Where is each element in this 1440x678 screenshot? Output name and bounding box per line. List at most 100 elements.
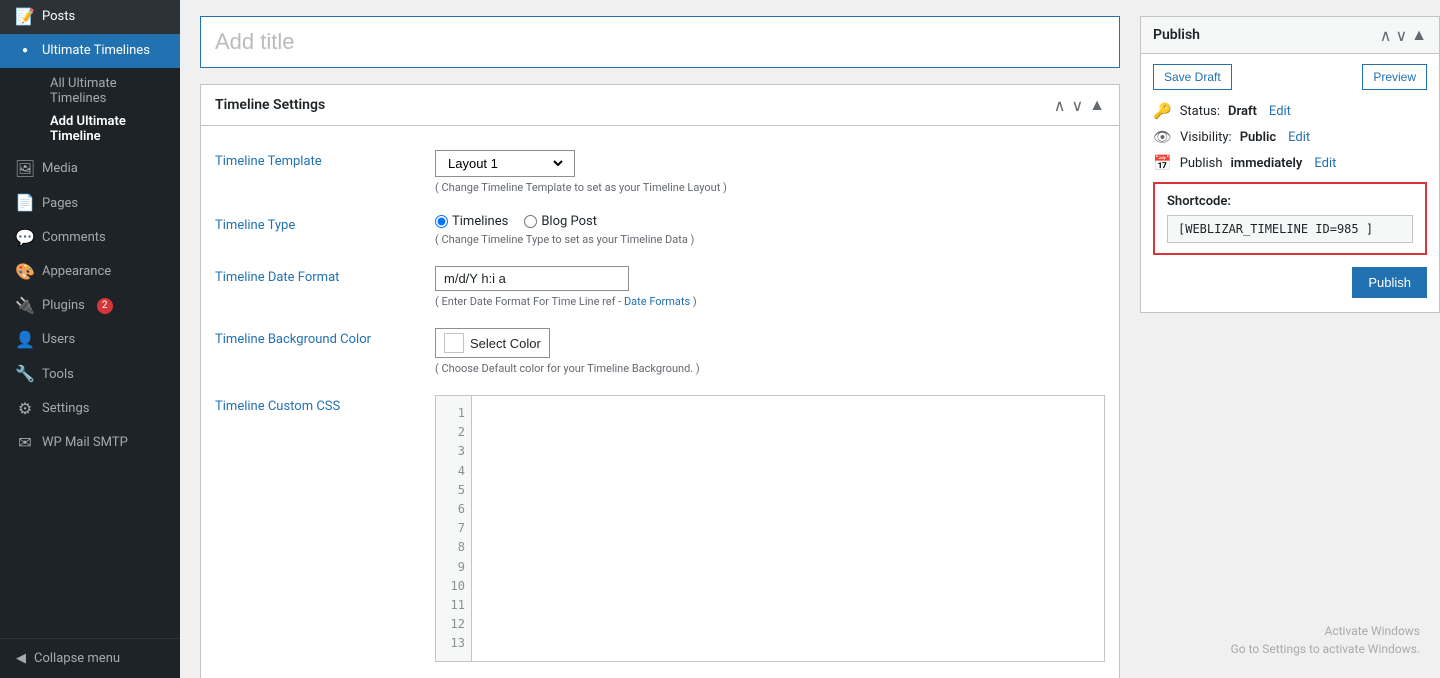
date-format-input[interactable] [435, 266, 629, 291]
metabox-title: Timeline Settings [215, 97, 325, 113]
sidebar-item-settings[interactable]: ⚙ Settings [0, 392, 180, 426]
publish-footer: Publish [1153, 263, 1427, 302]
sidebar-item-label: Pages [42, 195, 78, 213]
css-textarea-input[interactable] [472, 396, 1104, 661]
sidebar-item-comments[interactable]: 💬 Comments [0, 221, 180, 255]
metabox-toggle-icon[interactable]: ▲ [1089, 95, 1105, 115]
status-label: Status: [1180, 104, 1220, 119]
preview-button[interactable]: Preview [1362, 64, 1427, 90]
media-icon: 🖼 [16, 160, 34, 178]
sidebar-item-label: Ultimate Timelines [42, 42, 150, 60]
sidebar-item-users[interactable]: 👤 Users [0, 323, 180, 357]
pages-icon: 📄 [16, 195, 34, 213]
sidebar: 📝 Posts ● Ultimate Timelines All Ultimat… [0, 0, 180, 678]
css-editor: 12345 678910 111213 [435, 395, 1105, 662]
sidebar-item-tools[interactable]: 🔧 Tools [0, 358, 180, 392]
publish-label: Publish [1180, 156, 1223, 171]
sidebar-item-label: Plugins [42, 297, 85, 315]
publish-box-header: Publish ∧ ∨ ▲ [1141, 17, 1439, 54]
save-draft-button[interactable]: Save Draft [1153, 64, 1232, 90]
metabox-collapse-down-icon[interactable]: ∨ [1071, 96, 1083, 115]
radio-blog-post-label: Blog Post [541, 214, 597, 229]
publish-button[interactable]: Publish [1352, 267, 1427, 298]
publish-timing: immediately [1231, 156, 1303, 171]
sidebar-item-label: Appearance [42, 263, 111, 281]
collapse-label: Collapse menu [34, 651, 120, 666]
publish-schedule: 📅 Publish immediately Edit [1153, 154, 1427, 172]
settings-label-bg-color: Timeline Background Color [215, 328, 435, 347]
visibility-value: Public [1240, 130, 1276, 145]
collapse-menu[interactable]: ◀ Collapse menu [0, 638, 180, 678]
date-format-hint: ( Enter Date Format For Time Line ref - … [435, 295, 1105, 308]
settings-control-date-format: ( Enter Date Format For Time Line ref - … [435, 266, 1105, 308]
appearance-icon: 🎨 [16, 263, 34, 281]
radio-timelines-input[interactable] [435, 215, 448, 228]
visibility-edit-link[interactable]: Edit [1288, 130, 1310, 145]
wp-mail-smtp-icon: ✉ [16, 434, 34, 452]
radio-timelines-label: Timelines [452, 214, 508, 229]
metabox-collapse-up-icon[interactable]: ∧ [1054, 96, 1066, 115]
sidebar-item-media[interactable]: 🖼 Media [0, 152, 180, 186]
collapse-icon: ◀ [16, 651, 26, 666]
settings-label-date-format: Timeline Date Format [215, 266, 435, 285]
settings-label-custom-css: Timeline Custom CSS [215, 395, 435, 414]
post-title-input[interactable] [200, 16, 1120, 68]
publish-box-collapse-down-icon[interactable]: ∨ [1395, 26, 1407, 45]
sidebar-item-wp-mail-smtp[interactable]: ✉ WP Mail SMTP [0, 426, 180, 460]
color-swatch [444, 333, 464, 353]
bg-color-hint: ( Choose Default color for your Timeline… [435, 362, 1105, 375]
metabox-header: Timeline Settings ∧ ∨ ▲ [201, 85, 1119, 126]
settings-row-template: Timeline Template Layout 1 Layout 2 ( Ch… [215, 140, 1105, 204]
settings-label-template: Timeline Template [215, 150, 435, 169]
ultimate-timelines-icon: ● [16, 42, 34, 60]
sidebar-item-ultimate-timelines[interactable]: ● Ultimate Timelines [0, 34, 180, 68]
sidebar-sub-add-timeline[interactable]: Add Ultimate Timeline [42, 110, 180, 148]
select-color-button[interactable]: Select Color [435, 328, 550, 358]
publish-box: Publish ∧ ∨ ▲ Save Draft Preview 🔑 Statu… [1140, 16, 1440, 313]
settings-icon: ⚙ [16, 400, 34, 418]
sidebar-item-posts[interactable]: 📝 Posts [0, 0, 180, 34]
settings-control-bg-color: Select Color ( Choose Default color for … [435, 328, 1105, 375]
shortcode-label: Shortcode: [1167, 194, 1413, 209]
visibility-icon: 👁 [1153, 128, 1172, 146]
comments-icon: 💬 [16, 229, 34, 247]
shortcode-value: [WEBLIZAR_TIMELINE ID=985 ] [1167, 215, 1413, 243]
sidebar-item-label: Comments [42, 229, 106, 247]
date-formats-link[interactable]: Date Formats [624, 295, 690, 308]
sidebar-item-label: Media [42, 160, 78, 178]
settings-control-custom-css: 12345 678910 111213 [435, 395, 1105, 662]
sidebar-item-label: WP Mail SMTP [42, 434, 128, 452]
template-select[interactable]: Layout 1 Layout 2 [444, 155, 566, 172]
type-radio-group: Timelines Blog Post [435, 214, 1105, 229]
metabox-controls: ∧ ∨ ▲ [1054, 95, 1105, 115]
select-color-label: Select Color [470, 336, 541, 351]
sidebar-item-label: Posts [42, 8, 75, 26]
settings-row-custom-css: Timeline Custom CSS 12345 678910 111213 [215, 385, 1105, 672]
timeline-settings-metabox: Timeline Settings ∧ ∨ ▲ Timeline Templat… [200, 84, 1120, 678]
radio-timelines[interactable]: Timelines [435, 214, 508, 229]
publish-box-collapse-up-icon[interactable]: ∧ [1380, 26, 1392, 45]
template-dropdown[interactable]: Layout 1 Layout 2 [435, 150, 575, 177]
sidebar-submenu-timelines: All Ultimate Timelines Add Ultimate Time… [0, 68, 180, 152]
publish-box-toggle-icon[interactable]: ▲ [1411, 25, 1427, 45]
schedule-icon: 📅 [1153, 154, 1172, 172]
sidebar-item-appearance[interactable]: 🎨 Appearance [0, 255, 180, 289]
sidebar-sub-all-timelines[interactable]: All Ultimate Timelines [42, 72, 180, 110]
publish-actions: Save Draft Preview [1153, 64, 1427, 90]
radio-blog-post[interactable]: Blog Post [524, 214, 597, 229]
sidebar-item-pages[interactable]: 📄 Pages [0, 187, 180, 221]
plugins-icon: 🔌 [16, 297, 34, 315]
publish-edit-link[interactable]: Edit [1314, 156, 1336, 171]
publish-visibility: 👁 Visibility: Public Edit [1153, 128, 1427, 146]
settings-row-bg-color: Timeline Background Color Select Color (… [215, 318, 1105, 385]
publish-box-controls: ∧ ∨ ▲ [1380, 25, 1427, 45]
tools-icon: 🔧 [16, 366, 34, 384]
status-edit-link[interactable]: Edit [1269, 104, 1291, 119]
status-icon: 🔑 [1153, 102, 1172, 120]
editor-area: Timeline Settings ∧ ∨ ▲ Timeline Templat… [180, 0, 1140, 678]
content-area: Timeline Settings ∧ ∨ ▲ Timeline Templat… [180, 0, 1440, 678]
radio-blog-post-input[interactable] [524, 215, 537, 228]
main-content: Timeline Settings ∧ ∨ ▲ Timeline Templat… [180, 0, 1440, 678]
settings-row-type: Timeline Type Timelines Blog Post [215, 204, 1105, 256]
sidebar-item-plugins[interactable]: 🔌 Plugins 2 [0, 289, 180, 323]
